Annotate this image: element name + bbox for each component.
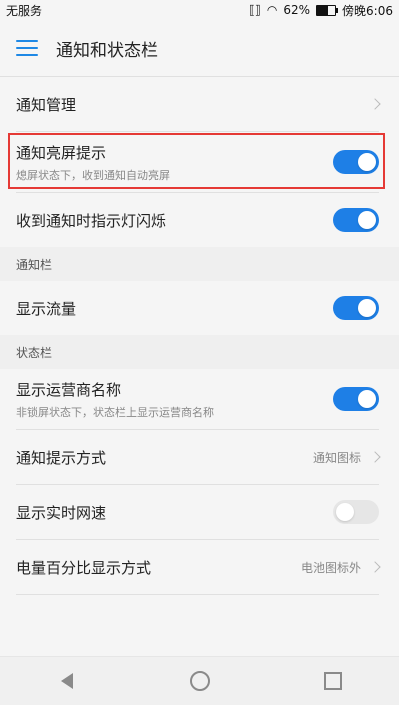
battery-percentage: 62% <box>283 3 311 17</box>
row-title: 通知提示方式 <box>16 448 107 467</box>
section-header: 通知栏 <box>0 247 399 281</box>
show-traffic-toggle[interactable] <box>333 296 379 320</box>
row-title: 通知亮屏提示 <box>16 143 107 162</box>
row-title: 电量百分比显示方式 <box>16 558 152 577</box>
wifi-icon: ◠ <box>266 3 278 17</box>
row-indicator-light[interactable]: 收到通知时指示灯闪烁 <box>0 193 399 247</box>
row-wake-screen[interactable]: 通知亮屏提示 熄屏状态下，收到通知自动亮屏 <box>0 132 399 192</box>
row-realtime-speed[interactable]: 显示实时网速 <box>0 485 399 539</box>
row-title: 显示运营商名称 <box>16 380 122 399</box>
row-value: 电池图标外 <box>300 560 361 575</box>
page-title: 通知和状态栏 <box>56 40 158 61</box>
carrier-name-toggle[interactable] <box>333 387 379 411</box>
row-notify-manage[interactable]: 通知管理 <box>0 77 399 131</box>
realtime-speed-toggle[interactable] <box>333 500 379 524</box>
status-bar: 无服务 ⟦⟧ ◠ 62% 傍晚6:06 <box>0 0 399 20</box>
row-notify-style[interactable]: 通知提示方式 通知图标 <box>0 430 399 484</box>
back-icon[interactable] <box>55 669 79 693</box>
row-carrier-name[interactable]: 显示运营商名称 非锁屏状态下，状态栏上显示运营商名称 <box>0 369 399 429</box>
row-value: 通知图标 <box>312 450 361 465</box>
row-title: 收到通知时指示灯闪烁 <box>16 211 167 230</box>
section-header: 状态栏 <box>0 335 399 369</box>
navigation-bar <box>0 656 399 705</box>
row-subtitle: 熄屏状态下，收到通知自动亮屏 <box>16 168 170 182</box>
chevron-right-icon <box>369 561 381 573</box>
wake-screen-toggle[interactable] <box>333 150 379 174</box>
vibrate-icon: ⟦⟧ <box>249 3 261 17</box>
indicator-light-toggle[interactable] <box>333 208 379 232</box>
divider <box>16 594 379 595</box>
clock: 傍晚6:06 <box>342 3 393 18</box>
row-title: 显示实时网速 <box>16 503 107 522</box>
status-right: ⟦⟧ ◠ 62% 傍晚6:06 <box>249 2 393 19</box>
row-title: 通知管理 <box>16 95 77 114</box>
row-title: 显示流量 <box>16 299 77 318</box>
carrier-status: 无服务 <box>6 3 43 18</box>
menu-icon[interactable] <box>16 40 38 56</box>
chevron-right-icon <box>369 98 381 110</box>
recents-icon[interactable] <box>321 669 345 693</box>
row-battery-percent[interactable]: 电量百分比显示方式 电池图标外 <box>0 540 399 594</box>
battery-icon <box>316 4 339 16</box>
chevron-right-icon <box>369 451 381 463</box>
row-subtitle: 非锁屏状态下，状态栏上显示运营商名称 <box>16 405 214 419</box>
row-show-traffic[interactable]: 显示流量 <box>0 281 399 335</box>
home-icon[interactable] <box>188 669 212 693</box>
app-bar: 通知和状态栏 <box>0 20 399 76</box>
